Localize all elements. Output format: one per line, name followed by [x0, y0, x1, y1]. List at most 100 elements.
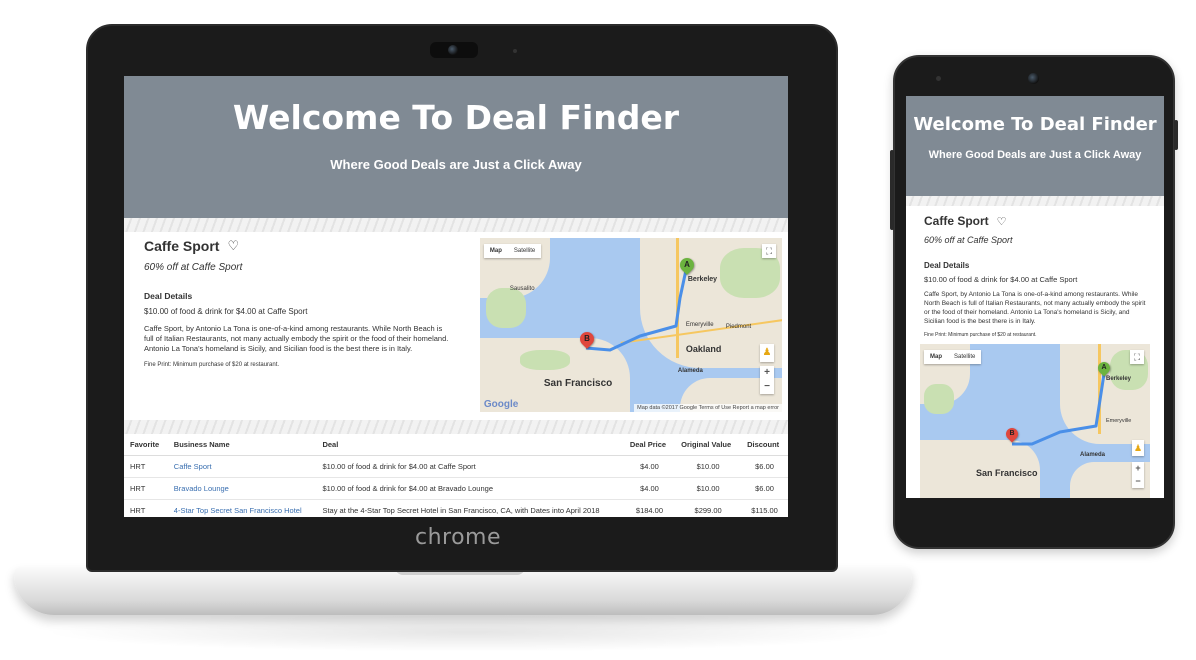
column-header-original-value[interactable]: Original Value [675, 434, 742, 456]
deal-detail-section: Caffe Sport ♡ 60% off at Caffe Sport Dea… [124, 232, 788, 420]
table-row[interactable]: HRT Caffe Sport $10.00 of food & drink f… [124, 455, 788, 478]
map-label-alameda: Alameda [677, 368, 703, 374]
deal-fine-print: Fine Print: Minimum purchase of $20 at r… [924, 332, 1037, 338]
deal-title: Caffe Sport [144, 238, 220, 254]
deal-description: Caffe Sport, by Antonio La Tona is one-o… [144, 324, 449, 353]
decorative-divider [124, 218, 788, 232]
map-marker-a[interactable]: A [1095, 359, 1113, 377]
cell-original-value: $299.00 [675, 499, 742, 517]
map-label-alameda: Alameda [1080, 452, 1106, 458]
fullscreen-icon[interactable]: ⛶ [762, 244, 776, 258]
column-header-deal[interactable]: Deal [316, 434, 624, 456]
phone-camera-icon [1028, 73, 1039, 84]
column-header-favorite[interactable]: Favorite [124, 434, 168, 456]
laptop-brand-logo: chrome [414, 525, 502, 550]
cell-deal: $10.00 of food & drink for $4.00 at Brav… [316, 477, 624, 500]
deal-subtitle: 60% off at Caffe Sport [144, 262, 243, 273]
cell-discount: $6.00 [741, 455, 788, 478]
zoom-out-button[interactable]: − [760, 380, 774, 394]
deals-table: Favorite Business Name Deal Deal Price O… [124, 434, 788, 517]
deal-title-row: Caffe Sport ♡ [144, 238, 454, 254]
hero-banner: Welcome To Deal Finder Where Good Deals … [906, 96, 1164, 196]
map-type-toggle: Map Satellite [924, 350, 982, 364]
zoom-controls: + − [1132, 462, 1144, 488]
deal-details-summary: $10.00 of food & drink for $4.00 at Caff… [144, 307, 308, 316]
laptop-camera-icon [430, 42, 478, 58]
map-label-sausalito: Sausalito [509, 286, 535, 292]
map-tab-satellite[interactable]: Satellite [508, 244, 541, 258]
zoom-out-button[interactable]: − [1132, 475, 1144, 488]
map-marker-b[interactable]: B [1003, 425, 1021, 443]
cell-favorite[interactable]: HRT [124, 455, 168, 478]
hero-banner: Welcome To Deal Finder Where Good Deals … [124, 76, 788, 218]
zoom-in-button[interactable]: + [760, 366, 774, 380]
page-subtitle: Where Good Deals are Just a Click Away [928, 149, 1142, 161]
phone-screen: Welcome To Deal Finder Where Good Deals … [906, 96, 1164, 498]
map-label-berkeley: Berkeley [687, 276, 718, 283]
decorative-divider [124, 420, 788, 434]
column-header-deal-price[interactable]: Deal Price [623, 434, 676, 456]
deal-info: Caffe Sport ♡ 60% off at Caffe Sport Dea… [144, 238, 454, 412]
cell-deal: $10.00 of food & drink for $4.00 at Caff… [316, 455, 624, 478]
deal-title: Caffe Sport [924, 214, 989, 228]
laptop-led [513, 49, 517, 53]
cell-favorite[interactable]: HRT [124, 499, 168, 517]
cell-favorite[interactable]: HRT [124, 477, 168, 500]
cell-deal-price: $4.00 [623, 455, 676, 478]
deal-title-row: Caffe Sport ♡ [924, 214, 1150, 228]
cell-deal-price: $184.00 [623, 499, 676, 517]
map-label-oakland: Oakland [685, 344, 722, 354]
business-link[interactable]: Caffe Sport [174, 462, 212, 471]
map-label-san-francisco: San Francisco [543, 378, 613, 389]
laptop-screen: Welcome To Deal Finder Where Good Deals … [124, 76, 788, 517]
map-type-toggle: Map Satellite [483, 244, 542, 258]
pegman-icon[interactable]: ♟ [1132, 440, 1144, 456]
column-header-discount[interactable]: Discount [741, 434, 788, 456]
deal-details-heading: Deal Details [924, 261, 970, 270]
map-tab-satellite[interactable]: Satellite [948, 350, 981, 364]
page-title: Welcome To Deal Finder [232, 98, 680, 137]
cell-original-value: $10.00 [675, 477, 742, 500]
page-title: Welcome To Deal Finder [913, 114, 1157, 135]
zoom-controls: + − [760, 366, 774, 394]
phone-power-button [1174, 120, 1178, 150]
cell-discount: $6.00 [741, 477, 788, 500]
deal-description: Caffe Sport, by Antonio La Tona is one-o… [924, 291, 1146, 325]
deal-fine-print: Fine Print: Minimum purchase of $20 at r… [144, 362, 280, 368]
cell-original-value: $10.00 [675, 455, 742, 478]
map-label-piedmont: Piedmont [725, 324, 752, 330]
fullscreen-icon[interactable]: ⛶ [1130, 350, 1144, 364]
heart-icon[interactable]: ♡ [997, 215, 1007, 228]
page-subtitle: Where Good Deals are Just a Click Away [330, 157, 582, 172]
map-label-emeryville: Emeryville [685, 322, 714, 328]
column-header-business-name[interactable]: Business Name [167, 434, 317, 456]
decorative-divider [906, 196, 1164, 206]
cell-discount: $115.00 [741, 499, 788, 517]
deal-subtitle: 60% off at Caffe Sport [924, 235, 1013, 245]
map-tab-map[interactable]: Map [484, 244, 508, 258]
deal-details-heading: Deal Details [144, 291, 193, 301]
google-logo: Google [483, 399, 519, 410]
map-label-emeryville: Emeryville [1106, 418, 1132, 424]
map-marker-a[interactable]: A [676, 255, 697, 275]
deal-info: Caffe Sport ♡ 60% off at Caffe Sport Dea… [906, 206, 1164, 338]
map-attribution: Map data ©2017 Google Terms of Use Repor… [634, 404, 782, 412]
table-row[interactable]: HRT Bravado Lounge $10.00 of food & drin… [124, 477, 788, 500]
pegman-icon[interactable]: ♟ [760, 344, 774, 362]
map-tab-map[interactable]: Map [924, 350, 948, 364]
zoom-in-button[interactable]: + [1132, 462, 1144, 475]
heart-icon[interactable]: ♡ [227, 238, 239, 254]
laptop-shadow [40, 612, 900, 652]
table-header-row: Favorite Business Name Deal Deal Price O… [124, 434, 788, 456]
deal-details-summary: $10.00 of food & drink for $4.00 at Caff… [924, 275, 1078, 284]
cell-deal: Stay at the 4-Star Top Secret Hotel in S… [316, 499, 624, 517]
phone-sensor [936, 76, 941, 81]
map-label-berkeley: Berkeley [1106, 376, 1132, 382]
deal-map[interactable]: San Francisco Berkeley Alameda Emeryvill… [920, 344, 1150, 498]
business-link[interactable]: Bravado Lounge [174, 484, 229, 493]
deal-map[interactable]: San Francisco Oakland Berkeley Alameda E… [479, 238, 782, 412]
map-marker-b[interactable]: B [576, 329, 597, 349]
map-label-san-francisco: San Francisco [976, 468, 1038, 478]
business-link[interactable]: 4-Star Top Secret San Francisco Hotel [174, 506, 302, 515]
table-row[interactable]: HRT 4-Star Top Secret San Francisco Hote… [124, 499, 788, 517]
